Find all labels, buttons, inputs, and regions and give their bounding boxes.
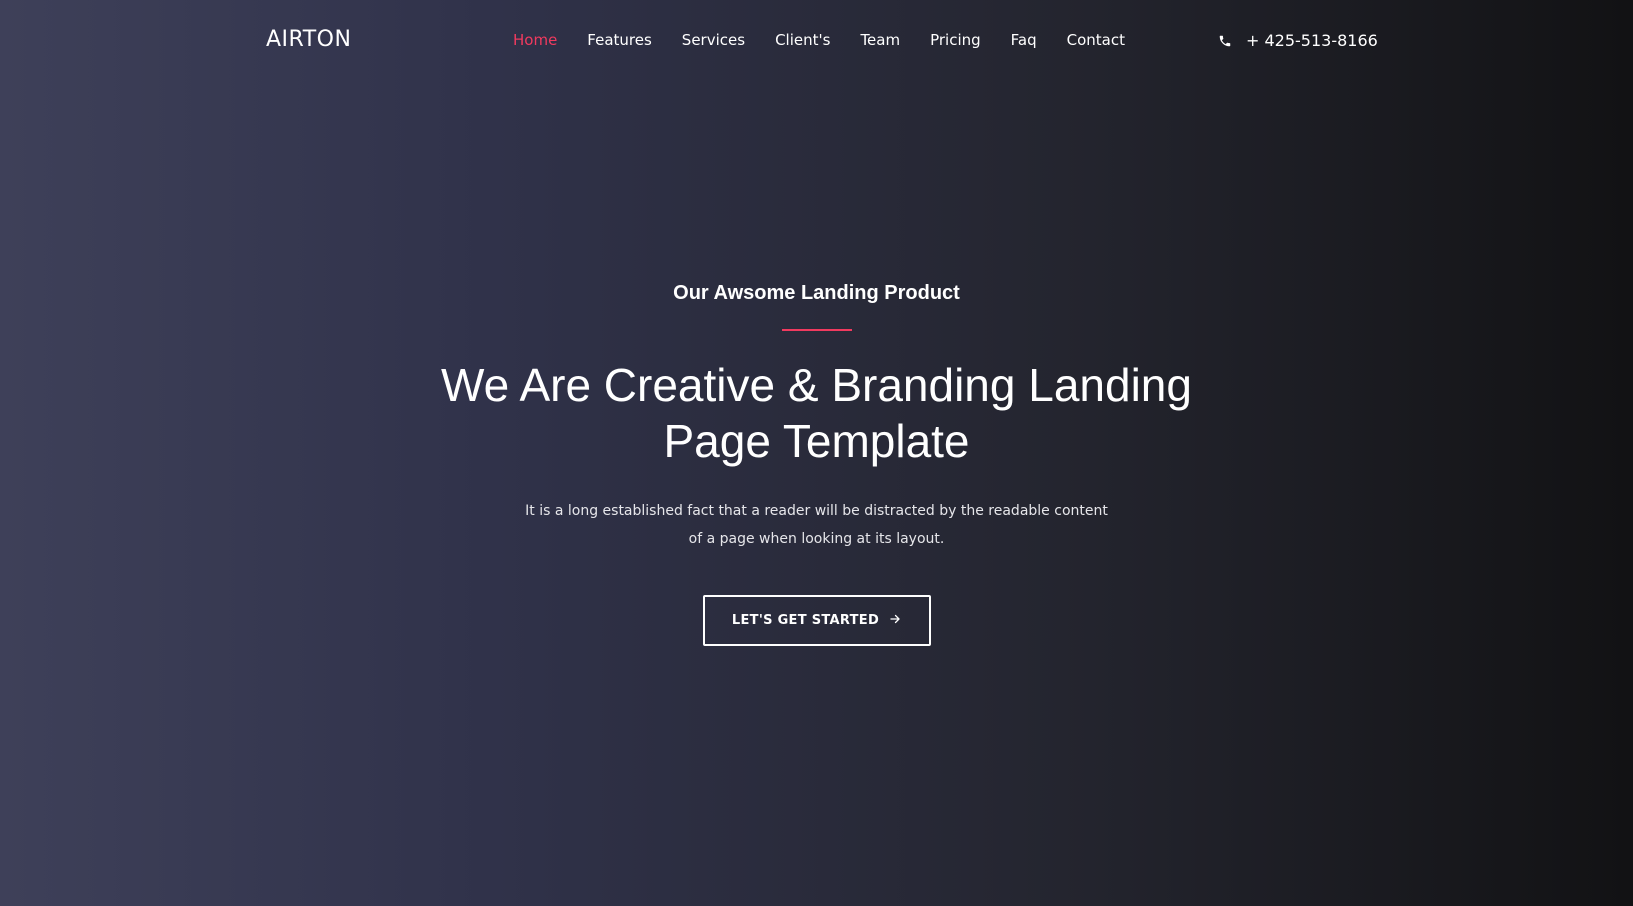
get-started-button[interactable]: LET'S GET STARTED [702, 595, 931, 646]
nav-item-contact[interactable]: Contact [1067, 31, 1125, 49]
hero-eyebrow: Our Awsome Landing Product [673, 282, 960, 304]
hero-divider [781, 329, 852, 331]
nav-menu: Home Features Services Client's Team Pri… [498, 31, 1140, 49]
nav-item-clients[interactable]: Client's [775, 31, 830, 49]
nav-item-team[interactable]: Team [860, 31, 900, 49]
nav-item-home[interactable]: Home [513, 31, 557, 49]
get-started-label: LET'S GET STARTED [731, 613, 880, 628]
hero-section: Our Awsome Landing Product We Are Creati… [0, 270, 1633, 646]
brand-logo[interactable]: AIRTON [266, 27, 351, 52]
phone-contact[interactable]: + 425-513-8166 [1218, 31, 1378, 50]
hero-description: It is a long established fact that a rea… [525, 503, 1108, 547]
navbar: AIRTON Home Features Services Client's T… [0, 0, 1633, 82]
nav-item-services[interactable]: Services [682, 31, 745, 49]
nav-item-faq[interactable]: Faq [1011, 31, 1037, 49]
phone-icon [1218, 33, 1234, 49]
nav-item-pricing[interactable]: Pricing [930, 31, 981, 49]
hero-headline: We Are Creative & Branding Landing Page … [441, 359, 1192, 467]
phone-number: + 425-513-8166 [1246, 31, 1378, 50]
nav-item-features[interactable]: Features [587, 31, 652, 49]
arrow-right-icon [889, 613, 901, 629]
